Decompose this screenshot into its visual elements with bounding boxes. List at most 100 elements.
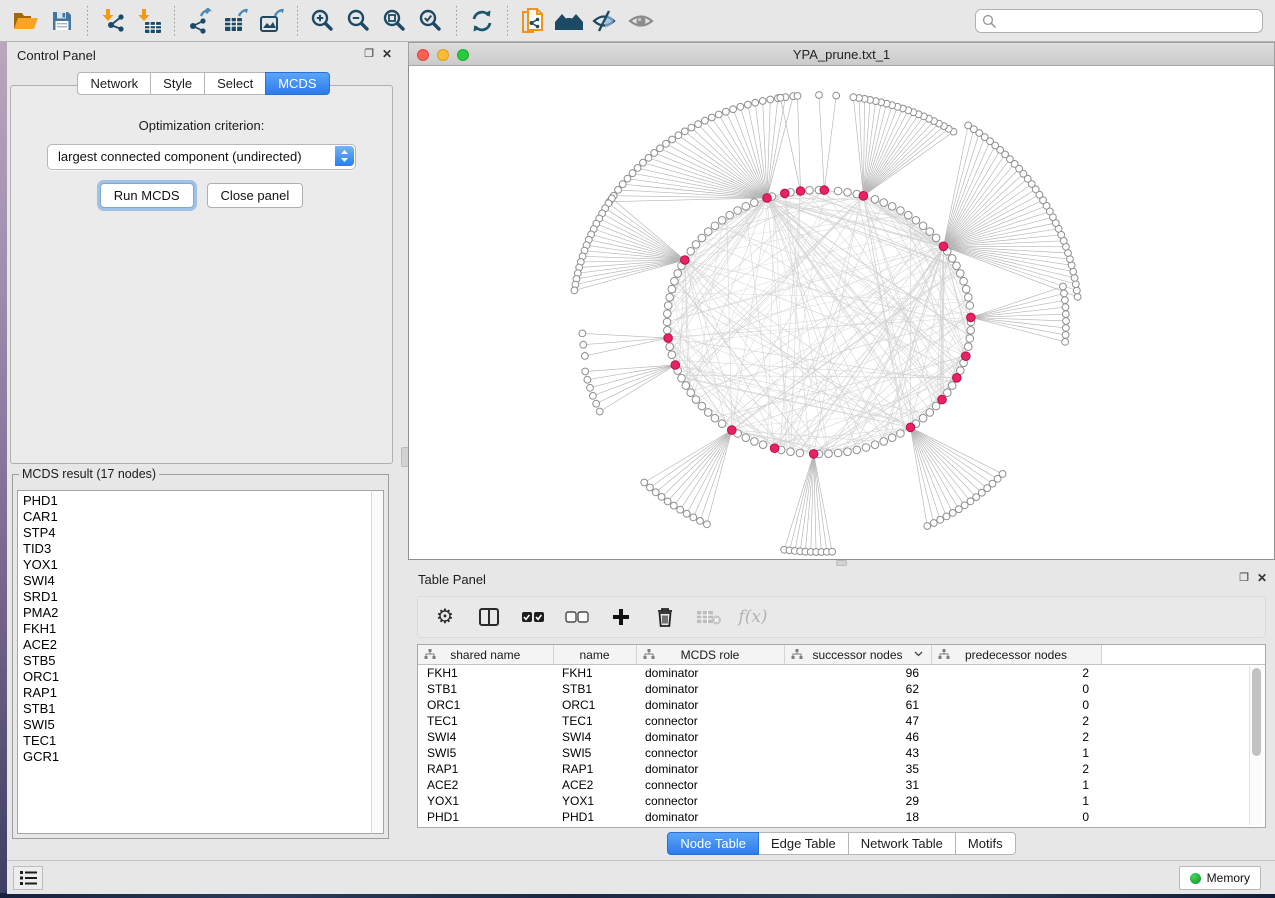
network-search-button[interactable] [552,4,586,38]
mcds-result-list[interactable]: PHD1CAR1STP4TID3YOX1SWI4SRD1PMA2FKH1ACE2… [17,490,371,834]
close-panel-button[interactable]: Close panel [207,183,304,208]
tab-select[interactable]: Select [204,72,266,95]
zoom-out-button[interactable] [342,4,376,38]
tab-motifs[interactable]: Motifs [955,832,1016,855]
mcds-result-item[interactable]: ORC1 [18,669,371,685]
mcds-hub-node[interactable] [962,352,971,361]
mcds-hub-node[interactable] [820,186,829,195]
mcds-hub-node[interactable] [763,194,772,203]
mcds-hub-node[interactable] [809,450,818,459]
vertical-splitter[interactable] [400,42,408,860]
float-panel-icon[interactable]: ❐ [1239,571,1249,585]
create-column-button[interactable] [606,601,636,633]
table-row[interactable]: SWI5SWI5connector431 [418,745,1265,761]
memory-button[interactable]: Memory [1179,866,1261,890]
mcds-hub-node[interactable] [781,189,790,198]
mcds-result-item[interactable]: TEC1 [18,733,371,749]
mcds-result-item[interactable]: STP4 [18,525,371,541]
mcds-hub-node[interactable] [796,187,805,196]
mcds-result-item[interactable]: STB1 [18,701,371,717]
mcds-result-item[interactable]: PHD1 [18,493,371,509]
mcds-result-item[interactable]: GCR1 [18,749,371,765]
mcds-result-scrollbar[interactable] [371,490,384,834]
export-table-button[interactable] [219,4,253,38]
column-header-name[interactable]: name [553,645,636,665]
tab-mcds[interactable]: MCDS [265,72,329,95]
tab-network-table[interactable]: Network Table [848,832,956,855]
mcds-hub-node[interactable] [939,242,948,251]
mcds-hub-node[interactable] [953,374,962,383]
export-network-button[interactable] [183,4,217,38]
import-network-button[interactable] [96,4,130,38]
table-row[interactable]: YOX1YOX1connector291 [418,793,1265,809]
share-network-document-button[interactable] [516,4,550,38]
mcds-result-item[interactable]: ACE2 [18,637,371,653]
function-builder-button[interactable]: f(x) [738,601,768,633]
zoom-selected-button[interactable] [414,4,448,38]
cell-filler [1101,681,1265,697]
column-header-predecessor-nodes[interactable]: predecessor nodes [931,645,1101,665]
table-row[interactable]: PHD1PHD1dominator180 [418,809,1265,825]
show-all-button[interactable] [624,4,658,38]
mcds-hub-node[interactable] [671,361,680,370]
zoom-in-button[interactable] [306,4,340,38]
table-row[interactable]: SWI4SWI4dominator462 [418,729,1265,745]
scrollbar-thumb[interactable] [1252,668,1261,756]
table-scrollbar[interactable] [1249,666,1263,825]
open-file-button[interactable] [9,4,43,38]
table-settings-button[interactable]: ⚙ [430,601,460,633]
delete-column-button[interactable] [650,601,680,633]
table-row[interactable]: TEC1TEC1connector472 [418,713,1265,729]
column-header-MCDS-role[interactable]: MCDS role [636,645,784,665]
import-table-button[interactable] [132,4,166,38]
tab-node-table[interactable]: Node Table [667,832,759,855]
mcds-hub-node[interactable] [728,426,737,435]
mcds-hub-node[interactable] [859,192,868,201]
mcds-result-item[interactable]: SRD1 [18,589,371,605]
export-image-button[interactable] [255,4,289,38]
mcds-hub-node[interactable] [681,256,690,265]
hide-selected-button[interactable] [588,4,622,38]
table-row[interactable]: ORC1ORC1dominator610 [418,697,1265,713]
toolbar-separator [297,6,298,36]
mcds-result-item[interactable]: TID3 [18,541,371,557]
mcds-result-item[interactable]: STB5 [18,653,371,669]
network-titlebar[interactable]: YPA_prune.txt_1 [408,42,1275,66]
search-input[interactable] [975,9,1263,33]
criterion-select[interactable]: largest connected component (undirected) [47,144,356,170]
mcds-result-item[interactable]: SWI4 [18,573,371,589]
mcds-result-item[interactable]: CAR1 [18,509,371,525]
mcds-result-item[interactable]: PMA2 [18,605,371,621]
unselect-all-columns-button[interactable] [562,601,592,633]
tab-style[interactable]: Style [150,72,205,95]
mcds-hub-node[interactable] [967,313,976,322]
close-panel-icon[interactable]: ✕ [1257,571,1267,585]
tab-edge-table[interactable]: Edge Table [758,832,849,855]
column-header-successor-nodes[interactable]: successor nodes [784,645,931,665]
mcds-hub-node[interactable] [770,444,779,453]
close-panel-icon[interactable]: ✕ [382,47,392,61]
mcds-result-item[interactable]: RAP1 [18,685,371,701]
tab-network[interactable]: Network [77,72,151,95]
refresh-view-button[interactable] [465,4,499,38]
network-canvas[interactable] [408,66,1275,560]
table-row[interactable]: FKH1FKH1dominator962 [418,665,1265,682]
table-row[interactable]: RAP1RAP1dominator352 [418,761,1265,777]
run-mcds-button[interactable]: Run MCDS [100,183,194,208]
mcds-hub-node[interactable] [938,395,947,404]
mcds-result-item[interactable]: YOX1 [18,557,371,573]
task-history-button[interactable] [13,866,43,890]
mcds-hub-node[interactable] [906,423,915,432]
mcds-result-item[interactable]: FKH1 [18,621,371,637]
mcds-hub-node[interactable] [664,334,673,343]
select-all-columns-button[interactable] [518,601,548,633]
show-column-panel-button[interactable] [474,601,504,633]
table-row[interactable]: ACE2ACE2connector311 [418,777,1265,793]
mcds-result-item[interactable]: SWI5 [18,717,371,733]
zoom-fit-button[interactable] [378,4,412,38]
delete-table-button[interactable] [694,601,724,633]
table-row[interactable]: STB1STB1dominator620 [418,681,1265,697]
float-panel-icon[interactable]: ❐ [364,47,374,61]
column-header-shared-name[interactable]: shared name [418,645,553,665]
save-session-button[interactable] [45,4,79,38]
